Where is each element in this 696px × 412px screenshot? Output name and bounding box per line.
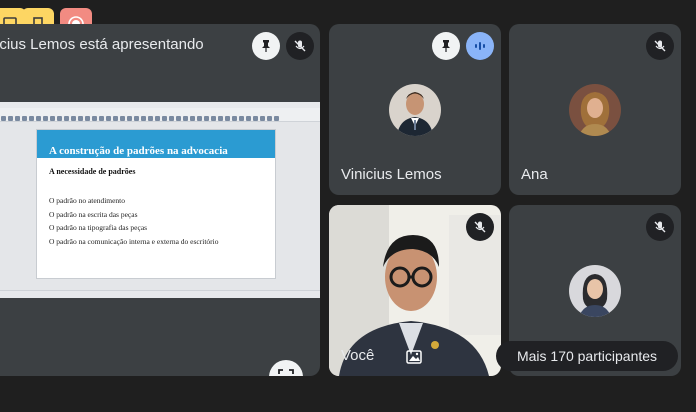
slide-list-item: O padrão no atendimento [49,196,126,205]
mute-indicator [646,213,674,241]
mic-off-icon [654,221,666,233]
avatar [569,84,621,136]
slide-list-item: O padrão na comunicação interna e extern… [49,236,219,246]
participant-tile-ana[interactable]: Ana [509,24,681,195]
pin-icon [262,40,270,52]
presenter-label: icius Lemos está apresentando [0,36,204,53]
shared-screen: A construção de padrões na advocacia A n… [0,102,320,298]
speaking-indicator [466,32,494,60]
mute-indicator [646,32,674,60]
audio-level-icon [475,42,485,50]
avatar [569,265,621,317]
app-toolbar [0,108,320,122]
slide-area: A construção de padrões na advocacia A n… [0,122,320,290]
slide-list: O padrão no atendimento O padrão na escr… [49,194,219,248]
slide-list-item: O padrão na escrita das peças [49,209,138,219]
fullscreen-icon [278,369,294,374]
participant-name: Vinicius Lemos [341,166,442,183]
more-participants-label[interactable]: Mais 170 participantes [496,341,678,371]
pin-button[interactable] [252,32,280,60]
slide-subtitle: A necessidade de padrões [49,167,136,176]
participant-tile-vinicius[interactable]: Vinicius Lemos [329,24,501,195]
app-statusbar [0,290,320,298]
mic-off-icon [474,221,486,233]
slide-list-item: O padrão na tipografia das peças [49,223,148,232]
mute-indicator [466,213,494,241]
pin-button[interactable] [432,32,460,60]
mic-off-icon [294,40,306,52]
background-effects-button[interactable] [401,344,427,370]
avatar [389,84,441,136]
participant-name: Você [341,347,375,364]
participant-name: Ana [521,166,548,183]
presentation-tile[interactable]: icius Lemos está apresentando A construç… [0,24,320,376]
participant-tile-self[interactable]: Você [329,205,501,376]
pin-icon [442,40,450,52]
fullscreen-button[interactable] [269,360,303,376]
mic-off-icon [654,40,666,52]
background-effects-icon [406,350,422,364]
mute-indicator[interactable] [286,32,314,60]
slide-title: A construção de padrões na advocacia [49,145,228,157]
slide: A construção de padrões na advocacia A n… [36,129,276,279]
